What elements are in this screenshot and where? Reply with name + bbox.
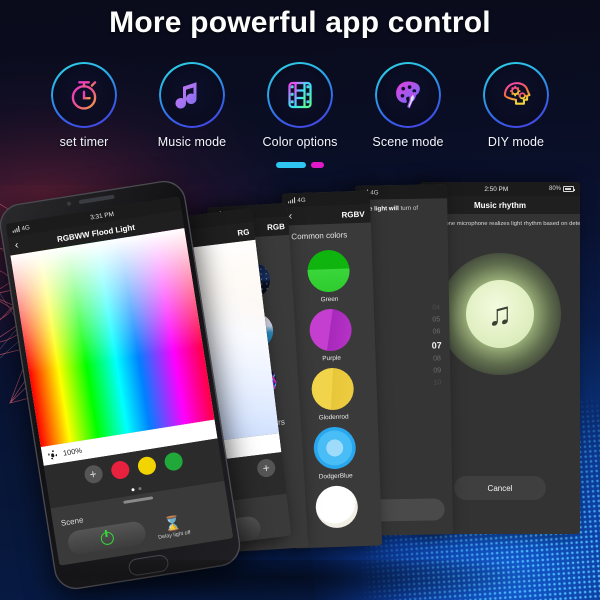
halo-glow: ♫ xyxy=(439,252,561,375)
halo-core: ♫ xyxy=(466,279,534,348)
feature-label: set timer xyxy=(59,135,109,149)
pagination-inactive[interactable] xyxy=(311,162,324,168)
feature-diy-mode[interactable]: DIY mode xyxy=(471,62,561,149)
picker-value[interactable]: 05 xyxy=(432,316,440,323)
stopwatch-icon xyxy=(71,81,97,110)
color-swatch-white[interactable] xyxy=(315,485,359,529)
feature-scene-mode[interactable]: Scene mode xyxy=(363,62,453,149)
feature-icon-ring xyxy=(267,62,333,128)
nav-title: RGB xyxy=(266,221,286,232)
ground-shadow xyxy=(30,560,550,600)
feature-set-timer[interactable]: set timer xyxy=(39,62,129,149)
earpiece-speaker xyxy=(78,194,115,204)
power-icon xyxy=(99,530,115,546)
front-camera-icon xyxy=(66,201,72,207)
color-label: Purple xyxy=(322,354,341,363)
feature-label: Color options xyxy=(262,135,338,149)
picker-value-selected[interactable]: 07 xyxy=(432,340,442,350)
music-note-icon xyxy=(175,82,197,109)
color-label: DodgerBlue xyxy=(318,472,353,481)
feature-icon-ring xyxy=(51,62,117,128)
brightness-value: 100% xyxy=(62,446,83,459)
color-tile[interactable]: Purple xyxy=(286,308,376,364)
feature-color-options[interactable]: Color options xyxy=(255,62,345,149)
picker-value[interactable]: 06 xyxy=(433,328,441,335)
page-dot[interactable] xyxy=(138,487,142,491)
hourglass-icon: ⌛ xyxy=(162,514,183,533)
status-clock: 2:50 PM xyxy=(484,185,509,193)
music-note-icon: ♫ xyxy=(487,295,513,333)
feature-icon-ring xyxy=(375,62,441,128)
preset-swatch-crimson[interactable] xyxy=(109,460,131,481)
battery-percent: 80% xyxy=(548,186,561,192)
color-swatch-dodgerblue[interactable] xyxy=(313,426,357,470)
color-tile[interactable]: Green xyxy=(284,249,374,305)
nav-bar: ‹ RGBV xyxy=(282,204,371,226)
color-swatch-green[interactable] xyxy=(306,249,351,293)
status-left: 4G xyxy=(12,224,30,234)
back-icon[interactable]: ‹ xyxy=(14,239,20,251)
add-preset-button[interactable]: + xyxy=(82,464,104,485)
brightness-icon xyxy=(48,450,58,460)
color-label: Green xyxy=(320,295,339,304)
add-preset-button[interactable]: + xyxy=(256,458,277,479)
color-swatch-purple[interactable] xyxy=(308,308,353,352)
color-label: Glodenrod xyxy=(318,413,349,422)
power-button[interactable] xyxy=(66,520,148,556)
promo-banner: More powerful app control set timer Musi… xyxy=(0,0,600,600)
nav-title: RG xyxy=(236,226,250,238)
picker-value[interactable]: 09 xyxy=(433,367,441,374)
feature-label: Scene mode xyxy=(372,135,444,149)
page-dot-active[interactable] xyxy=(131,488,135,492)
signal-icon xyxy=(12,226,21,233)
paint-palette-icon xyxy=(396,81,420,109)
feature-icon-ring xyxy=(483,62,549,128)
hour-picker[interactable]: 04 05 06 07 08 09 10 xyxy=(431,304,442,386)
picker-value[interactable]: 10 xyxy=(433,379,441,386)
picker-value[interactable]: 04 xyxy=(432,304,440,311)
preset-swatch-green[interactable] xyxy=(162,451,184,473)
color-gradient-area[interactable] xyxy=(10,228,215,448)
signal-icon xyxy=(288,197,296,204)
network-label: 4G xyxy=(297,196,306,204)
carousel-pagination[interactable] xyxy=(0,162,600,168)
feature-icon-ring xyxy=(159,62,225,128)
pagination-active[interactable] xyxy=(276,162,306,168)
feature-label: DIY mode xyxy=(487,135,545,149)
drag-handle[interactable] xyxy=(123,496,154,504)
cancel-button[interactable]: Cancel xyxy=(454,476,546,500)
status-right: 80% xyxy=(548,186,575,192)
delay-light-off-button[interactable]: ⌛ Delay light off xyxy=(155,514,191,541)
feature-label: Music mode xyxy=(157,135,227,149)
timer-note-rest: turn of xyxy=(398,204,419,213)
nav-title: RGBV xyxy=(341,209,365,220)
delay-label: Delay light off xyxy=(157,529,192,541)
phone-screenshot-group: 4G 2:50 PM 80% ‹ Music rhythm Cell phone… xyxy=(0,177,600,600)
color-swatch-goldenrod[interactable] xyxy=(310,367,355,411)
page-title: More powerful app control xyxy=(109,6,491,39)
head-gears-icon xyxy=(503,82,531,105)
color-tile[interactable]: Glodenrod xyxy=(288,366,378,422)
section-heading: Common colors xyxy=(291,230,348,242)
battery-icon xyxy=(563,186,575,192)
feature-music-mode[interactable]: Music mode xyxy=(147,62,237,149)
preset-swatch-yellow[interactable] xyxy=(136,455,157,477)
feature-icon-row: set timer Music mode Color options Scene… xyxy=(0,62,600,149)
picker-value[interactable]: 08 xyxy=(433,355,441,362)
network-label: 4G xyxy=(370,188,379,197)
color-film-icon xyxy=(288,81,312,109)
status-left: 4G xyxy=(288,196,306,204)
back-icon[interactable]: ‹ xyxy=(288,210,292,222)
